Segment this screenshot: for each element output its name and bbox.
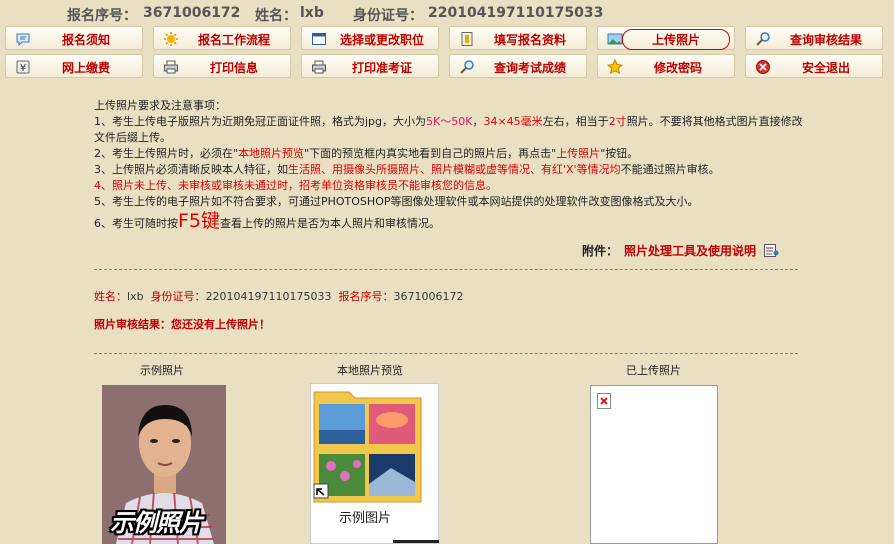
notice-item-1: 1、考生上传电子版照片为近期免冠正面证件照，格式为jpg，大小为5K～50K，3…	[94, 114, 804, 146]
name-label: 姓名：	[255, 8, 297, 24]
nav-label: 安全退出	[801, 61, 850, 75]
svg-text:¥: ¥	[20, 63, 26, 74]
local-photo-preview[interactable]: 示例图片	[310, 383, 439, 544]
notice-item-4: 4、照片未上传、未审核或审核未通过时，招考单位资格审核员不能审核您的信息。	[94, 179, 497, 192]
exit-icon	[756, 60, 770, 74]
nav-label: 查询考试成绩	[493, 61, 566, 75]
reg-no-label: 报名序号：	[67, 8, 137, 24]
nav-query-score-button[interactable]: 查询考试成绩	[449, 54, 587, 78]
id-value: 220104197110175033	[428, 5, 604, 21]
form-icon	[461, 32, 473, 46]
applicant-header: 报名序号： 3671006172 姓名： lxb 身份证号： 220104197…	[0, 0, 894, 27]
landscape-icon	[607, 33, 623, 45]
id-label: 身份证号：	[353, 8, 423, 24]
reg-no-value: 3671006172	[143, 5, 241, 21]
nav-workflow-button[interactable]: 报名工作流程	[153, 26, 291, 50]
nav-label: 报名须知	[61, 33, 110, 47]
notice-highlight: 2寸	[608, 115, 627, 128]
nav-label: 上传照片	[622, 29, 730, 50]
divider	[94, 353, 798, 354]
notice-text: 不能通过照片审核。	[620, 163, 720, 176]
upload-notice: 上传照片要求及注意事项： 1、考生上传电子版照片为近期免冠正面证件照，格式为jp…	[94, 98, 804, 232]
info-name-label: 姓名：	[94, 290, 127, 303]
nav-change-password-button[interactable]: 修改密码	[597, 54, 735, 78]
nav-query-audit-button[interactable]: 查询审核结果	[745, 26, 883, 50]
nav-label: 修改密码	[653, 61, 702, 75]
notice-item-6: 6、考生可随时按F5键查看上传的照片是否为本人照片和审核情况。	[94, 210, 804, 232]
yen-icon: ¥	[16, 60, 30, 74]
magnifier-icon	[756, 32, 770, 46]
notice-highlight: 5K～50K	[426, 115, 473, 128]
printer-icon	[312, 60, 326, 74]
notice-text: 查看上传的照片是否为本人照片和审核情况。	[220, 217, 441, 230]
f5-highlight: F5键	[178, 210, 221, 232]
notice-text: 6、考生可随时按	[94, 217, 178, 230]
attachment-label: 附件：	[582, 244, 619, 258]
sample-photo-caption: 示例照片	[110, 509, 203, 537]
preview-scroll-edge	[393, 540, 439, 543]
nav-label: 填写报名资料	[493, 33, 566, 47]
nav-label: 打印信息	[209, 61, 258, 75]
notice-item-2: 2、考生上传照片时，必须在"本地照片预览"下面的预览框内真实地看到自己的照片后，…	[94, 146, 804, 162]
broken-image-icon	[597, 393, 611, 409]
nav-payment-button[interactable]: ¥ 网上缴费	[5, 54, 143, 78]
info-reg-value: 3671006172	[393, 290, 464, 303]
notice-highlight: 生活照、用摄像头所摄照片、照片模糊或虚等情况、有红'X'等情况均	[288, 163, 621, 176]
local-preview-label: 本地照片预览	[337, 364, 403, 377]
document-icon[interactable]	[764, 244, 779, 257]
window-icon	[312, 33, 326, 45]
sample-photo: 示例照片	[102, 385, 226, 544]
notice-text: 2、考生上传照片时，必须在"	[94, 147, 239, 160]
name-value: lxb	[300, 5, 324, 21]
nav-fill-info-button[interactable]: 填写报名资料	[449, 26, 587, 50]
uploaded-photo-label: 已上传照片	[626, 364, 681, 377]
info-reg-label: 报名序号：	[338, 290, 394, 303]
notice-text: 3、上传照片必须清晰反映本人特征，如	[94, 163, 288, 176]
speech-bubble-icon	[16, 33, 30, 47]
divider	[94, 269, 798, 270]
nav-notice-button[interactable]: 报名须知	[5, 26, 143, 50]
nav-print-ticket-button[interactable]: 打印准考证	[301, 54, 439, 78]
notice-highlight: 本地照片预览	[238, 147, 305, 160]
photo-tool-link[interactable]: 照片处理工具及使用说明	[624, 244, 756, 258]
sun-icon	[164, 32, 178, 46]
applicant-info: 姓名：lxb 身份证号：220104197110175033 报名序号：3671…	[94, 288, 464, 304]
nav-label: 打印准考证	[351, 61, 412, 75]
notice-text: ，	[472, 115, 484, 128]
notice-text: 1、考生上传电子版照片为近期免冠正面证件照，格式为jpg，大小为	[94, 115, 427, 128]
notice-highlight: 34×45毫米	[483, 115, 543, 128]
notice-highlight: 上传照片	[556, 147, 601, 160]
nav-label: 选择或更改职位	[339, 33, 424, 47]
attachment: 附件： 照片处理工具及使用说明	[582, 242, 779, 259]
nav-print-info-button[interactable]: 打印信息	[153, 54, 291, 78]
notice-text: 左右，相当于	[542, 115, 609, 128]
nav-upload-photo-button[interactable]: 上传照片	[597, 26, 735, 50]
notice-text: "按钮。	[600, 147, 639, 160]
notice-title: 上传照片要求及注意事项：	[94, 99, 226, 112]
notice-item-3: 3、上传照片必须清晰反映本人特征，如生活照、用摄像头所摄照片、照片模糊或虚等情况…	[94, 162, 804, 178]
nav-logout-button[interactable]: 安全退出	[745, 54, 883, 78]
uploaded-photo-frame	[590, 385, 718, 544]
nav-label: 查询审核结果	[789, 33, 862, 47]
info-name-value: lxb	[127, 290, 144, 303]
nav-select-position-button[interactable]: 选择或更改职位	[301, 26, 439, 50]
magnifier-icon	[460, 60, 474, 74]
star-icon	[607, 59, 623, 75]
notice-text: "下面的预览框内真实地看到自己的照片后，再点击"	[304, 147, 557, 160]
preview-caption: 示例图片	[339, 511, 392, 526]
nav-label: 报名工作流程	[197, 33, 270, 47]
printer-icon	[164, 60, 178, 74]
sample-photo-label: 示例照片	[140, 364, 184, 377]
sample-folder-icon	[313, 391, 422, 503]
audit-result: 照片审核结果：您还没有上传照片！	[94, 318, 270, 331]
notice-item-5: 5、考生上传的电子照片如不符合要求，可通过PHOTOSHOP等图像处理软件或本网…	[94, 195, 699, 208]
info-id-label: 身份证号：	[150, 290, 206, 303]
info-id-value: 220104197110175033	[205, 290, 332, 303]
nav-label: 网上缴费	[61, 61, 110, 75]
